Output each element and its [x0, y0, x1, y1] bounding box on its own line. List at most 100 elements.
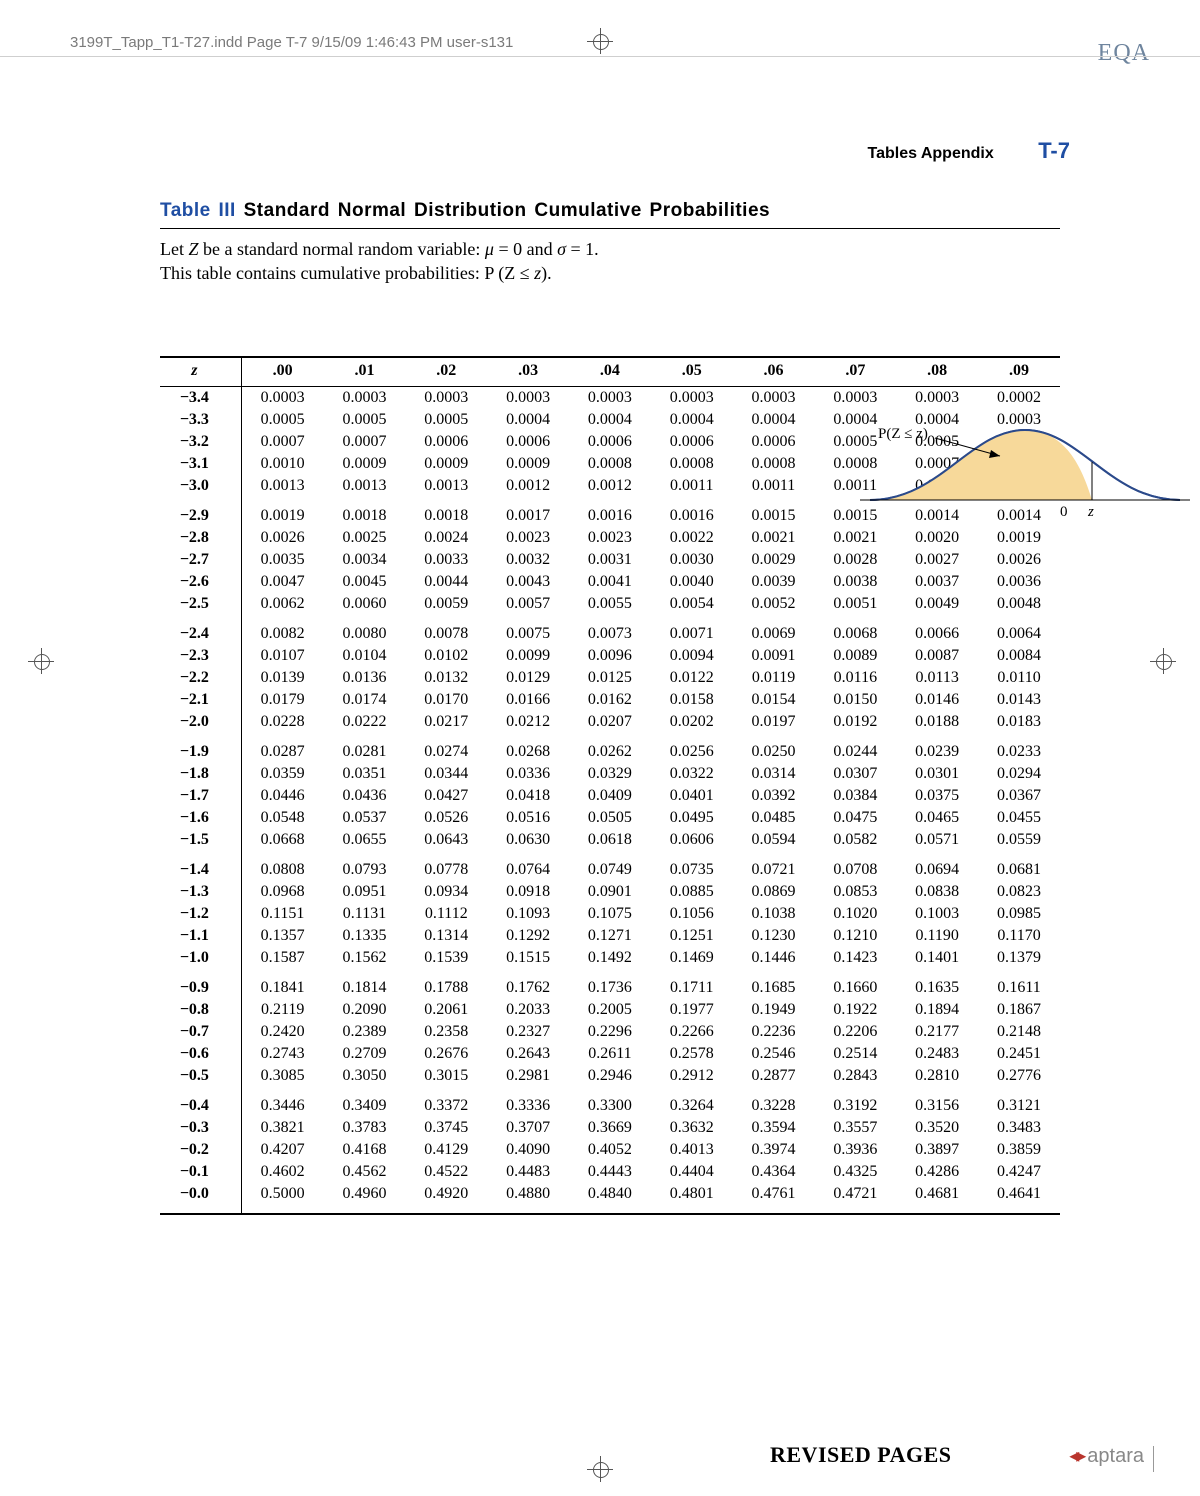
- z-cell: 0.3192: [814, 1095, 896, 1117]
- z-cell: 0.0344: [405, 763, 487, 785]
- z-cell: 0.4602: [241, 1161, 323, 1183]
- z-cell: 0.3015: [405, 1065, 487, 1095]
- z-cell: 0.4325: [814, 1161, 896, 1183]
- z-cell: 0.1446: [733, 947, 815, 977]
- z-cell: 0.0192: [814, 711, 896, 741]
- z-row-label: −1.6: [160, 807, 241, 829]
- z-cell: 0.1357: [241, 925, 323, 947]
- z-cell: 0.0003: [487, 386, 569, 409]
- z-cell: 0.0359: [241, 763, 323, 785]
- table-row: −0.00.50000.49600.49200.48800.48400.4801…: [160, 1183, 1060, 1214]
- z-cell: 0.0618: [569, 829, 651, 859]
- z-cell: 0.0183: [978, 711, 1060, 741]
- z-cell: 0.3156: [896, 1095, 978, 1117]
- z-cell: 0.0006: [651, 431, 733, 453]
- z-cell: 0.0005: [324, 409, 406, 431]
- z-cell: 0.0009: [405, 453, 487, 475]
- z-cell: 0.0017: [487, 505, 569, 527]
- z-cell: 0.0071: [651, 623, 733, 645]
- z-cell: 0.0011: [651, 475, 733, 505]
- z-cell: 0.0418: [487, 785, 569, 807]
- z-row-label: −2.9: [160, 505, 241, 527]
- z-cell: 0.1038: [733, 903, 815, 925]
- z-cell: 0.4052: [569, 1139, 651, 1161]
- z-cell: 0.1711: [651, 977, 733, 999]
- z-cell: 0.4168: [324, 1139, 406, 1161]
- z-cell: 0.0170: [405, 689, 487, 711]
- z-cell: 0.0287: [241, 741, 323, 763]
- z-cell: 0.0668: [241, 829, 323, 859]
- z-cell: 0.2005: [569, 999, 651, 1021]
- z-cell: 0.1093: [487, 903, 569, 925]
- figure-label: P(Z ≤ z): [878, 426, 928, 443]
- z-cell: 0.0162: [569, 689, 651, 711]
- z-cell: 0.0122: [651, 667, 733, 689]
- z-cell: 0.1170: [978, 925, 1060, 947]
- table-row: −0.50.30850.30500.30150.29810.29460.2912…: [160, 1065, 1060, 1095]
- table-row: −2.30.01070.01040.01020.00990.00960.0094…: [160, 645, 1060, 667]
- title-rule: [160, 228, 1060, 229]
- z-cell: 0.0044: [405, 571, 487, 593]
- z-row-label: −0.5: [160, 1065, 241, 1095]
- z-cell: 0.0032: [487, 549, 569, 571]
- z-cell: 0.1112: [405, 903, 487, 925]
- z-cell: 0.3050: [324, 1065, 406, 1095]
- table-title-text: Standard Normal Distribution Cumulative …: [244, 200, 770, 221]
- col-header-z: z: [160, 357, 241, 387]
- z-cell: 0.0107: [241, 645, 323, 667]
- z-cell: 0.1867: [978, 999, 1060, 1021]
- z-cell: 0.3085: [241, 1065, 323, 1095]
- z-cell: 0.4920: [405, 1183, 487, 1214]
- z-cell: 0.0548: [241, 807, 323, 829]
- z-cell: 0.1685: [733, 977, 815, 999]
- table-row: −3.40.00030.00030.00030.00030.00030.0003…: [160, 386, 1060, 409]
- z-cell: 0.3897: [896, 1139, 978, 1161]
- z-cell: 0.0034: [324, 549, 406, 571]
- z-cell: 0.3409: [324, 1095, 406, 1117]
- z-cell: 0.0048: [978, 593, 1060, 623]
- z-cell: 0.0823: [978, 881, 1060, 903]
- col-header: .07: [814, 357, 896, 387]
- z-cell: 0.4641: [978, 1183, 1060, 1214]
- z-cell: 0.0007: [324, 431, 406, 453]
- table-row: −2.50.00620.00600.00590.00570.00550.0054…: [160, 593, 1060, 623]
- z-cell: 0.0708: [814, 859, 896, 881]
- table-row: −1.00.15870.15620.15390.15150.14920.1469…: [160, 947, 1060, 977]
- z-cell: 0.2810: [896, 1065, 978, 1095]
- z-cell: 0.0721: [733, 859, 815, 881]
- z-cell: 0.0054: [651, 593, 733, 623]
- z-table-head: z .00 .01 .02 .03 .04 .05 .06 .07 .08 .0…: [160, 357, 1060, 387]
- z-cell: 0.2090: [324, 999, 406, 1021]
- z-cell: 0.0004: [487, 409, 569, 431]
- z-cell: 0.0087: [896, 645, 978, 667]
- z-cell: 0.0003: [733, 386, 815, 409]
- z-cell: 0.0136: [324, 667, 406, 689]
- z-cell: 0.0039: [733, 571, 815, 593]
- z-cell: 0.4801: [651, 1183, 733, 1214]
- table-row: −1.40.08080.07930.07780.07640.07490.0735…: [160, 859, 1060, 881]
- z-cell: 0.0901: [569, 881, 651, 903]
- z-cell: 0.5000: [241, 1183, 323, 1214]
- z-cell: 0.0606: [651, 829, 733, 859]
- z-row-label: −0.4: [160, 1095, 241, 1117]
- z-cell: 0.1335: [324, 925, 406, 947]
- z-cell: 0.3974: [733, 1139, 815, 1161]
- z-cell: 0.0096: [569, 645, 651, 667]
- table-row: −1.30.09680.09510.09340.09180.09010.0885…: [160, 881, 1060, 903]
- z-cell: 0.1922: [814, 999, 896, 1021]
- z-cell: 0.0409: [569, 785, 651, 807]
- z-cell: 0.0043: [487, 571, 569, 593]
- z-cell: 0.1151: [241, 903, 323, 925]
- table-row: −1.60.05480.05370.05260.05160.05050.0495…: [160, 807, 1060, 829]
- z-cell: 0.0006: [405, 431, 487, 453]
- z-cell: 0.0475: [814, 807, 896, 829]
- z-cell: 0.2033: [487, 999, 569, 1021]
- z-cell: 0.0035: [241, 549, 323, 571]
- z-cell: 0.4286: [896, 1161, 978, 1183]
- z-cell: 0.1210: [814, 925, 896, 947]
- z-cell: 0.0150: [814, 689, 896, 711]
- z-cell: 0.0008: [651, 453, 733, 475]
- z-cell: 0.0951: [324, 881, 406, 903]
- z-cell: 0.0091: [733, 645, 815, 667]
- registration-mark-icon: [587, 1456, 613, 1482]
